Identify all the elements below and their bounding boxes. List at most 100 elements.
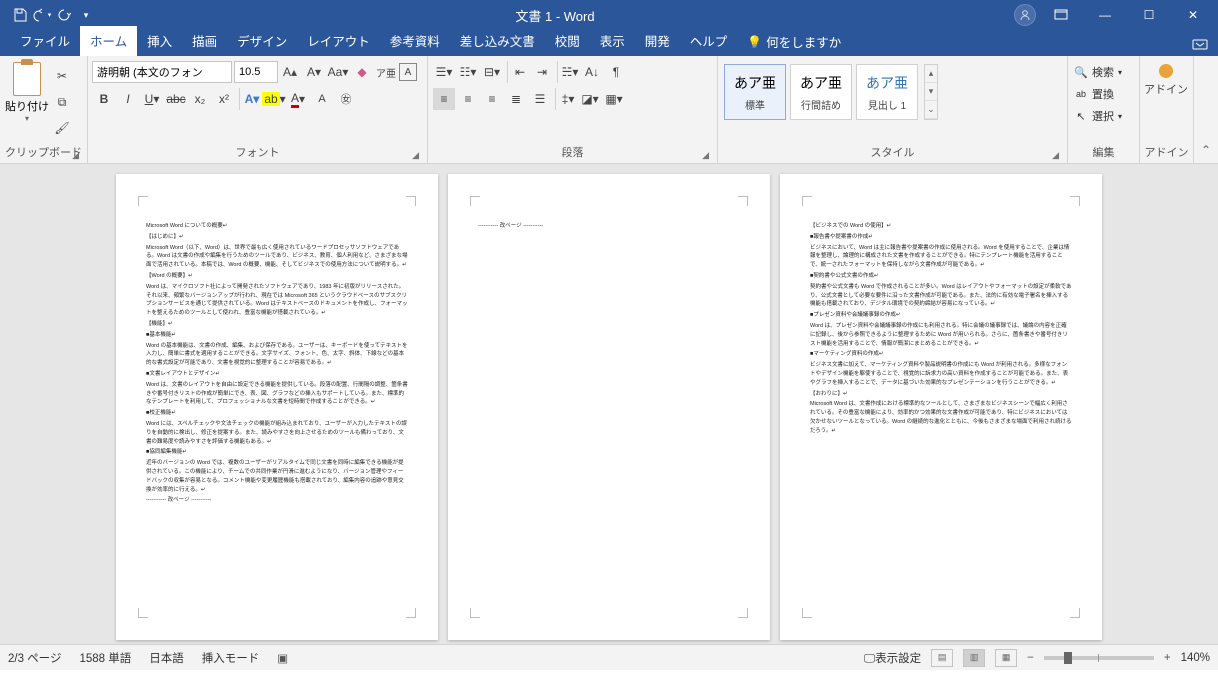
text-effects-icon[interactable]: A▾ [239,88,261,110]
tab-design[interactable]: デザイン [227,26,297,56]
numbering-icon[interactable]: ☷▾ [457,61,479,83]
status-words[interactable]: 1588 単語 [79,650,131,666]
indent-inc-icon[interactable]: ⇥ [531,61,553,83]
font-color-icon[interactable]: A▾ [287,88,309,110]
zoom-slider[interactable] [1044,656,1154,660]
align-center-icon[interactable]: ≡ [457,88,479,110]
indent-dec-icon[interactable]: ⇤ [507,61,529,83]
pages-row: Microsoft Word についての概要↵【はじめに】↵Microsoft … [0,174,1218,640]
format-painter-icon[interactable]: 🖌 [51,117,73,139]
group-paragraph: ☰▾ ☷▾ ⊟▾ ⇤ ⇥ ☵▾ A↓ ¶ ≡ ≡ ≡ ≣ ☰ ‡▾ ◪▾ ▦▾ … [428,56,718,163]
status-language[interactable]: 日本語 [149,650,184,666]
shrink-font-icon[interactable]: A▾ [303,61,325,83]
align-left-icon[interactable]: ≡ [433,88,455,110]
tab-home[interactable]: ホーム [80,26,137,56]
undo-icon[interactable]: ▾ [32,5,52,25]
collapse-ribbon-icon[interactable]: ⌃ [1194,56,1218,163]
font-name-combo[interactable] [92,61,232,83]
share-icon[interactable] [1182,34,1218,56]
paste-button[interactable]: 貼り付け ▾ [4,58,50,124]
styles-dialog-launcher[interactable]: ◢ [1052,150,1059,161]
bullets-icon[interactable]: ☰▾ [433,61,455,83]
view-print-icon[interactable]: ▥ [963,649,985,667]
macro-record-icon[interactable]: ▣ [277,651,288,665]
line-spacing-icon[interactable]: ‡▾ [555,88,577,110]
gallery-down-icon[interactable]: ▾ [925,83,937,101]
tab-insert[interactable]: 挿入 [137,26,182,56]
style-gallery: あア亜 標準 あア亜 行間詰め あア亜 見出し 1 ▴ ▾ ⌄ [722,62,940,122]
paragraph-dialog-launcher[interactable]: ◢ [702,150,709,161]
cut-icon[interactable]: ✂ [51,65,73,87]
zoom-in-button[interactable]: + [1164,652,1171,664]
font-size-combo[interactable] [234,61,278,83]
align-justify-icon[interactable]: ≣ [505,88,527,110]
shading-icon[interactable]: ◪▾ [579,88,601,110]
asian-layout-icon[interactable]: ☵▾ [557,61,579,83]
style-nospacing[interactable]: あア亜 行間詰め [790,64,852,120]
tab-references[interactable]: 参考資料 [380,26,450,56]
copy-icon[interactable]: ⧉ [51,91,73,113]
page-2[interactable]: ----------- 改ページ ----------- [448,174,770,640]
view-read-icon[interactable]: ▤ [931,649,953,667]
zoom-out-button[interactable]: − [1027,652,1034,664]
maximize-button[interactable]: ☐ [1130,0,1168,30]
tab-developer[interactable]: 開発 [635,26,680,56]
superscript-icon[interactable]: x² [213,88,235,110]
tell-me[interactable]: 💡 何をしますか [737,27,851,56]
multilevel-icon[interactable]: ⊟▾ [481,61,503,83]
clear-format-icon[interactable]: ◆ [351,61,373,83]
distribute-icon[interactable]: ☰ [529,88,551,110]
clipboard-dialog-launcher[interactable]: ◢ [72,150,79,161]
addin-group-label: アドイン [1145,147,1189,159]
show-marks-icon[interactable]: ¶ [605,61,627,83]
replace-button[interactable]: ab置換 [1072,84,1116,104]
subscript-icon[interactable]: x₂ [189,88,211,110]
bold-icon[interactable]: B [93,88,115,110]
style-preview: あア亜 [734,73,776,93]
style-heading1[interactable]: あア亜 見出し 1 [856,64,918,120]
addin-button[interactable]: アドイン [1144,58,1188,97]
minimize-button[interactable]: — [1086,0,1124,30]
borders-icon[interactable]: ▦▾ [603,88,625,110]
save-icon[interactable] [10,5,30,25]
view-web-icon[interactable]: ▦ [995,649,1017,667]
char-border-icon[interactable]: A [399,63,417,81]
italic-icon[interactable]: I [117,88,139,110]
char-shading-icon[interactable]: A [311,88,333,110]
strike-icon[interactable]: abc [165,88,187,110]
highlight-icon[interactable]: ab▾ [263,88,285,110]
change-case-icon[interactable]: Aa▾ [327,61,349,83]
tab-view[interactable]: 表示 [590,26,635,56]
page-3[interactable]: 【ビジネスでの Word の使用】↵■報告書や提案書の作成↵ビジネスにおいて、W… [780,174,1102,640]
phonetic-guide-icon[interactable]: ア亜 [375,61,397,83]
align-right-icon[interactable]: ≡ [481,88,503,110]
tab-review[interactable]: 校閲 [545,26,590,56]
style-normal[interactable]: あア亜 標準 [724,64,786,120]
status-insert-mode[interactable]: 挿入モード [202,650,260,666]
account-avatar[interactable] [1014,4,1036,26]
gallery-more-icon[interactable]: ⌄ [925,101,937,119]
tab-mailings[interactable]: 差し込み文書 [450,26,545,56]
zoom-level[interactable]: 140% [1181,652,1210,664]
enclose-char-icon[interactable]: ㊛ [335,88,357,110]
redo-icon[interactable] [54,5,74,25]
ribbon-display-options-icon[interactable] [1042,0,1080,30]
tab-layout[interactable]: レイアウト [297,26,380,56]
grow-font-icon[interactable]: A▴ [279,61,301,83]
page-1[interactable]: Microsoft Word についての概要↵【はじめに】↵Microsoft … [116,174,438,640]
display-settings[interactable]: 🖵表示設定 [864,650,921,666]
style-gallery-scroll[interactable]: ▴ ▾ ⌄ [924,64,938,120]
underline-icon[interactable]: U▾ [141,88,163,110]
document-area[interactable]: Microsoft Word についての概要↵【はじめに】↵Microsoft … [0,164,1218,644]
gallery-up-icon[interactable]: ▴ [925,65,937,83]
tab-draw[interactable]: 描画 [182,26,227,56]
tab-help[interactable]: ヘルプ [680,26,738,56]
status-page[interactable]: 2/3 ページ [8,650,61,666]
close-button[interactable]: ✕ [1174,0,1212,30]
sort-icon[interactable]: A↓ [581,61,603,83]
select-button[interactable]: ↖選択▾ [1072,106,1124,126]
find-button[interactable]: 🔍検索▾ [1072,62,1124,82]
tab-file[interactable]: ファイル [10,26,80,56]
font-dialog-launcher[interactable]: ◢ [412,150,419,161]
qat-customize-icon[interactable]: ▾ [76,5,96,25]
